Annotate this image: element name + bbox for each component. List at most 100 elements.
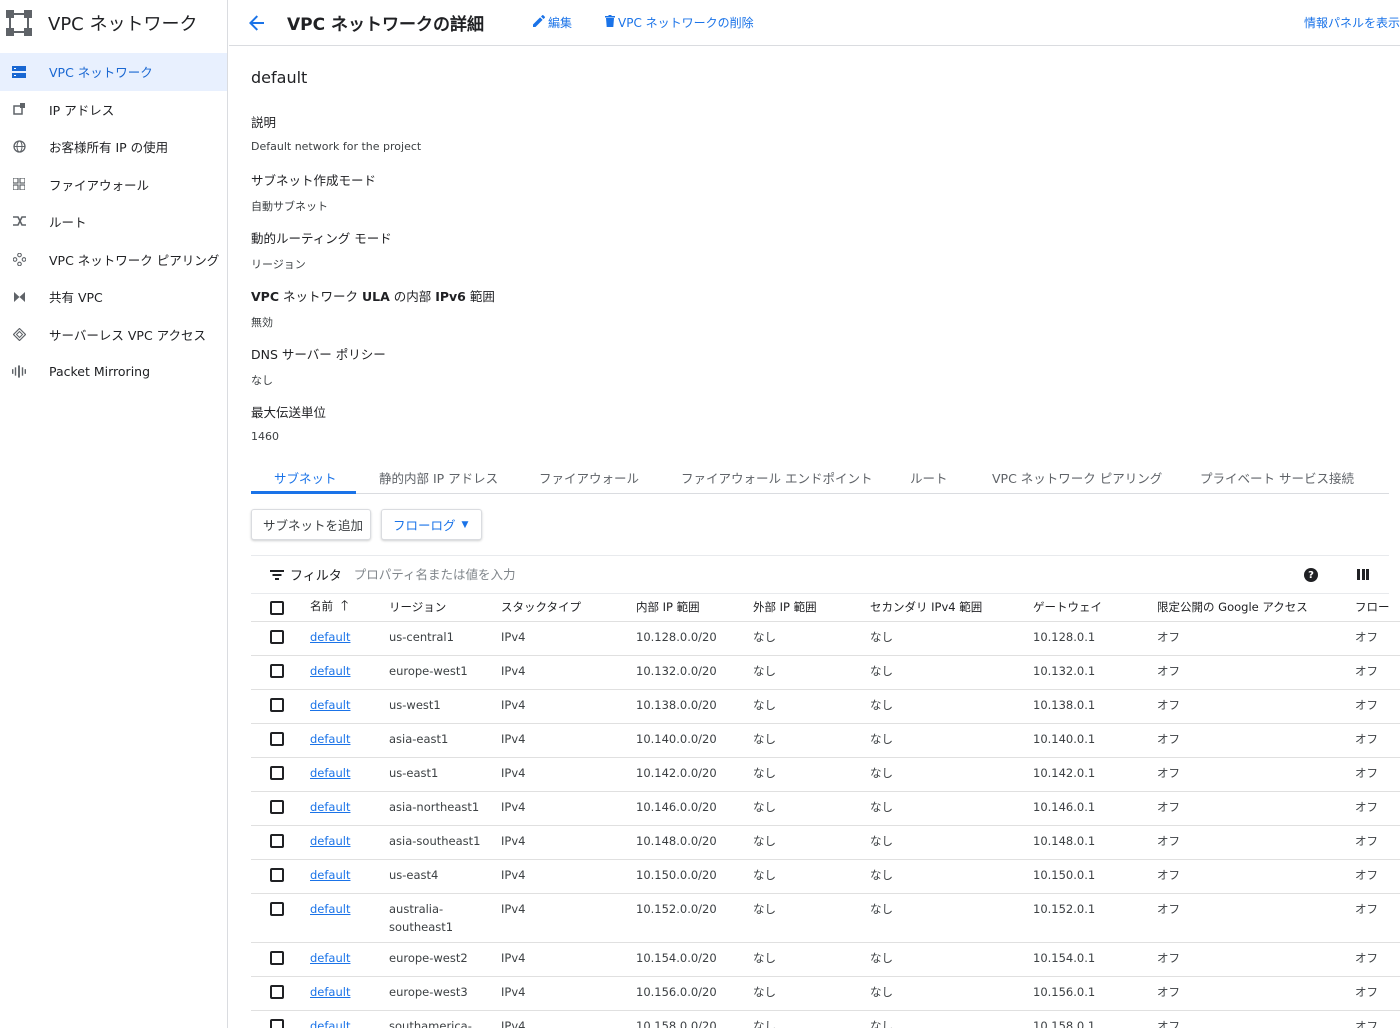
name-cell: default: [310, 791, 389, 826]
field-value: 1460: [251, 430, 279, 443]
stack-type-cell: IPv4: [501, 723, 636, 758]
row-checkbox[interactable]: [270, 984, 284, 999]
serverless-icon: [12, 327, 26, 341]
secondary-ipv4-cell: なし: [870, 825, 1033, 860]
show-info-panel-button[interactable]: 情報パネルを表示: [1304, 14, 1400, 31]
row-checkbox[interactable]: [270, 950, 284, 965]
tab-routes[interactable]: ルート: [910, 468, 948, 487]
row-checkbox[interactable]: [270, 765, 284, 780]
region-cell: us-east4: [389, 859, 501, 894]
stack-type-cell: IPv4: [501, 976, 636, 1011]
table-row: default australia-southeast1 IPv4 10.152.0.…: [251, 893, 1400, 943]
filter-icon: [270, 569, 284, 580]
row-checkbox[interactable]: [270, 629, 284, 644]
col-stack-type[interactable]: スタックタイプ: [501, 594, 636, 622]
tab-firewall[interactable]: ファイアウォール: [539, 468, 639, 487]
subnet-name-link[interactable]: default: [310, 868, 350, 882]
gateway-cell: 10.150.0.1: [1033, 859, 1157, 894]
secondary-ipv4-cell: なし: [870, 655, 1033, 690]
row-checkbox[interactable]: [270, 901, 284, 916]
subnet-name-link[interactable]: default: [310, 630, 350, 644]
mtu-field: 最大伝送単位 1460: [251, 402, 326, 443]
edit-button[interactable]: 編集: [533, 14, 572, 31]
back-arrow-icon[interactable]: [237, 3, 277, 43]
col-internal-ip[interactable]: 内部 IP 範囲: [636, 594, 753, 622]
sidebar-item-label: VPC ネットワーク ピアリング: [49, 252, 220, 268]
subnet-name-link[interactable]: default: [310, 985, 350, 999]
private-google-access-cell: オフ: [1157, 942, 1355, 977]
flow-logs-cell: オフ: [1355, 893, 1400, 943]
flow-log-dropdown-button[interactable]: フローログ ▼: [381, 509, 482, 540]
row-checkbox[interactable]: [270, 867, 284, 882]
delete-label: VPC ネットワークの削除: [618, 16, 754, 30]
internal-ip-cell: 10.154.0.0/20: [636, 942, 753, 977]
name-cell: default: [310, 1010, 389, 1028]
table-row: default us-central1 IPv4 10.128.0.0/20 なし なし 1…: [251, 621, 1400, 656]
col-private-google-access[interactable]: 限定公開の Google アクセス: [1157, 594, 1355, 622]
col-secondary-ipv4[interactable]: セカンダリ IPv4 範囲: [870, 594, 1033, 622]
row-checkbox[interactable]: [270, 663, 284, 678]
sidebar-item-peering[interactable]: VPC ネットワーク ピアリング: [0, 241, 227, 279]
tab-vpc-peering[interactable]: VPC ネットワーク ピアリング: [992, 468, 1162, 487]
external-ip-cell: なし: [753, 723, 870, 758]
external-ip-cell: なし: [753, 893, 870, 943]
flow-logs-cell: オフ: [1355, 757, 1400, 792]
tab-private-service-connect[interactable]: プライベート サービス接続: [1200, 468, 1354, 487]
subnet-name-link[interactable]: default: [310, 732, 350, 746]
select-all-checkbox[interactable]: [270, 600, 284, 615]
add-subnet-button[interactable]: サブネットを追加: [251, 509, 371, 540]
sidebar-item-vpc-network[interactable]: VPC ネットワーク: [0, 53, 227, 91]
stack-type-cell: IPv4: [501, 621, 636, 656]
field-value: 無効: [251, 316, 273, 329]
sidebar-item-firewall[interactable]: ファイアウォール: [0, 166, 227, 204]
gateway-cell: 10.142.0.1: [1033, 757, 1157, 792]
row-select-cell: [251, 942, 310, 977]
col-gateway[interactable]: ゲートウェイ: [1033, 594, 1157, 622]
sidebar-item-serverless[interactable]: サーバーレス VPC アクセス: [0, 316, 227, 354]
sidebar-item-byoip[interactable]: お客様所有 IP の使用: [0, 128, 227, 166]
gateway-cell: 10.158.0.1: [1033, 1010, 1157, 1028]
stack-type-cell: IPv4: [501, 791, 636, 826]
column-display-icon[interactable]: [1357, 569, 1369, 580]
secondary-ipv4-cell: なし: [870, 859, 1033, 894]
external-ip-cell: なし: [753, 942, 870, 977]
row-checkbox[interactable]: [270, 731, 284, 746]
subnet-name-link[interactable]: default: [310, 766, 350, 780]
row-checkbox[interactable]: [270, 833, 284, 848]
subnet-name-link[interactable]: default: [310, 1019, 350, 1028]
sidebar-item-routes[interactable]: ルート: [0, 203, 227, 241]
info-panel-label: 情報パネルを表示: [1303, 16, 1400, 30]
flow-logs-cell: オフ: [1355, 791, 1400, 826]
subnet-name-link[interactable]: default: [310, 698, 350, 712]
sidebar-item-ip-address[interactable]: IP アドレス: [0, 91, 227, 129]
col-region[interactable]: リージョン: [389, 594, 501, 622]
stack-type-cell: IPv4: [501, 825, 636, 860]
help-icon[interactable]: ?: [1304, 568, 1318, 582]
row-checkbox[interactable]: [270, 799, 284, 814]
row-select-cell: [251, 621, 310, 656]
col-flow-logs[interactable]: フロー: [1355, 594, 1400, 622]
col-name[interactable]: 名前 🡑: [310, 594, 389, 622]
sidebar: VPC ネットワーク VPC ネットワーク IP アドレス お客様所有 IP の…: [0, 0, 228, 1028]
row-checkbox[interactable]: [270, 697, 284, 712]
sidebar-item-shared-vpc[interactable]: 共有 VPC: [0, 278, 227, 316]
subnet-name-link[interactable]: default: [310, 834, 350, 848]
flow-logs-cell: オフ: [1355, 859, 1400, 894]
sort-ascending-icon[interactable]: 🡑: [341, 598, 348, 614]
tab-firewall-endpoints[interactable]: ファイアウォール エンドポイント: [681, 468, 872, 487]
delete-network-button[interactable]: VPC ネットワークの削除: [605, 14, 754, 31]
sidebar-item-packet-mirroring[interactable]: Packet Mirroring: [0, 353, 227, 391]
tab-subnets[interactable]: サブネット: [274, 468, 337, 487]
row-select-cell: [251, 825, 310, 860]
secondary-ipv4-cell: なし: [870, 976, 1033, 1011]
sidebar-nav: VPC ネットワーク IP アドレス お客様所有 IP の使用 ファイアウォール…: [0, 53, 227, 391]
filter-input[interactable]: [353, 567, 1054, 582]
subnet-name-link[interactable]: default: [310, 902, 350, 916]
col-external-ip[interactable]: 外部 IP 範囲: [753, 594, 870, 622]
row-checkbox[interactable]: [270, 1018, 284, 1028]
subnet-name-link[interactable]: default: [310, 664, 350, 678]
subnet-name-link[interactable]: default: [310, 800, 350, 814]
shared-vpc-icon: [12, 290, 26, 304]
subnet-name-link[interactable]: default: [310, 951, 350, 965]
tab-static-internal-ip[interactable]: 静的内部 IP アドレス: [379, 468, 498, 487]
